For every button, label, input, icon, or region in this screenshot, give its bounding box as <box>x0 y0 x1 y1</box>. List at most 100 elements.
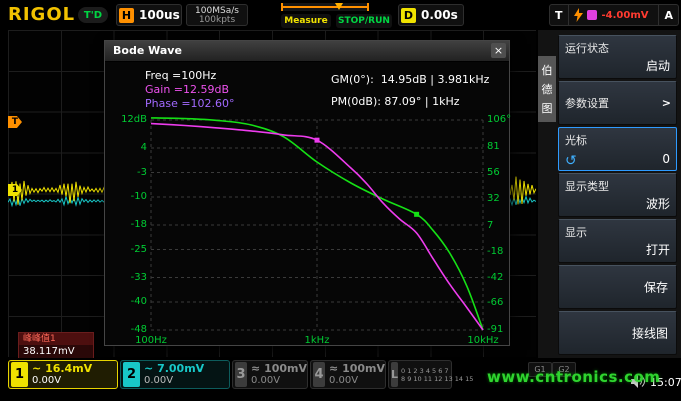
freq-axis-tick: 1kHz <box>292 335 342 346</box>
channel2-scale: 7.00mV <box>157 362 204 375</box>
menu-item-wiring-diagram[interactable]: 接线图 <box>558 311 677 355</box>
gain-axis-tick: 12dB <box>107 114 147 125</box>
menu-item-cursor[interactable]: 光标 ↺ 0 <box>558 127 677 171</box>
measurement-label: 峰峰值1 <box>19 333 93 345</box>
acquisition-info-group: 100MSa/s 100kpts <box>186 4 248 26</box>
t-label: T <box>550 5 569 25</box>
phase-axis-tick: -91 <box>487 324 503 335</box>
coupling-icon: ~ <box>32 362 41 375</box>
close-icon[interactable]: × <box>491 43 506 58</box>
d-badge: D <box>401 8 416 23</box>
timebase-value: 100us <box>139 8 180 22</box>
trigger-position-line <box>283 6 367 8</box>
logic-analyzer-box[interactable]: L 0 1 2 3 4 5 6 7 8 9 10 11 12 13 14 15 <box>388 360 452 389</box>
measurement-box: 峰峰值1 38.117mV <box>18 332 94 359</box>
channel2-offset: 0.00V <box>144 375 204 387</box>
gain-axis-tick: -48 <box>107 324 147 335</box>
menu-item-display[interactable]: 显示 打开 <box>558 219 677 263</box>
trigger-slope-icon <box>574 8 583 22</box>
trigger-source-icon <box>587 10 597 20</box>
chevron-right-icon <box>662 97 671 110</box>
menu-item-param-setup[interactable]: 参数设置 <box>558 81 677 125</box>
coupling-icon: ~ <box>144 362 153 375</box>
menu-label: 显示 <box>565 224 587 240</box>
channel2-number: 2 <box>123 362 140 387</box>
measurement-value: 38.117mV <box>19 345 93 358</box>
phase-axis-tick: -18 <box>487 246 503 257</box>
phase-axis-tick: -66 <box>487 297 503 308</box>
tab-char: 伯 <box>542 62 553 78</box>
channel1-number: 1 <box>11 362 28 387</box>
gain-axis-tick: -3 <box>107 167 147 178</box>
trigger-group[interactable]: T -4.00mV A <box>549 4 679 26</box>
gain-axis-tick: 4 <box>107 142 147 153</box>
top-bar: RIGOL T'D H 100us 100MSa/s 100kpts Measu… <box>0 0 681 30</box>
channel4-number: 4 <box>313 362 325 387</box>
bode-axis-labels: 12dB4-3-10-18-25-33-40-48106°8156327-18-… <box>105 62 509 345</box>
channel4-offset: 0.00V <box>329 375 385 387</box>
menu-item-save[interactable]: 保存 <box>558 265 677 309</box>
channel1-offset: 0.00V <box>32 375 92 387</box>
rotate-knob-icon: ↺ <box>565 154 577 168</box>
channel1-box[interactable]: 1 ~ 16.4mV 0.00V <box>8 360 118 389</box>
phase-axis-tick: 56 <box>487 167 500 178</box>
phase-axis-tick: -42 <box>487 272 503 283</box>
menu-value: 保存 <box>644 279 668 296</box>
channel3-scale: 100mV <box>264 362 307 375</box>
phase-axis-tick: 81 <box>487 141 500 152</box>
measure-button[interactable]: Measure <box>281 14 331 28</box>
h-badge: H <box>119 8 134 23</box>
dialog-content: Freq =100Hz Gain =12.59dB Phase =102.60°… <box>105 62 509 345</box>
trigger-position-bar[interactable] <box>281 3 369 11</box>
oscilloscope-screen: T 1 峰峰值1 38.117mV RIGOL T'D H 100us 100M… <box>0 0 681 401</box>
gain-axis-tick: -40 <box>107 296 147 307</box>
coupling-icon: ≈ <box>251 362 260 375</box>
gain-axis-tick: -33 <box>107 272 147 283</box>
menu-value: 打开 <box>646 241 670 258</box>
channel4-scale: 100mV <box>342 362 385 375</box>
rigol-logo: RIGOL <box>8 4 75 25</box>
menu-value: 启动 <box>646 57 670 74</box>
trigger-level-value: -4.00mV <box>602 10 649 21</box>
tab-bode[interactable]: 伯 德 图 <box>538 56 556 122</box>
channel3-box[interactable]: 3 ≈ 100mV 0.00V <box>232 360 308 389</box>
delay-group[interactable]: D 0.00s <box>398 4 464 26</box>
trigger-position-icon <box>335 3 343 10</box>
freq-axis-tick: 10kHz <box>458 335 508 346</box>
tab-char: 德 <box>542 81 553 97</box>
gain-axis-tick: -25 <box>107 244 147 255</box>
channel1-scale: 16.4mV <box>45 362 92 375</box>
channel2-box[interactable]: 2 ~ 7.00mV 0.00V <box>120 360 230 389</box>
stop-run-button[interactable]: STOP/RUN <box>336 14 392 28</box>
phase-axis-tick: 32 <box>487 193 500 204</box>
logic-analyzer-label: L <box>391 362 398 387</box>
coupling-icon: ≈ <box>329 362 338 375</box>
horizontal-timebase-group[interactable]: H 100us <box>116 4 182 26</box>
channel3-offset: 0.00V <box>251 375 307 387</box>
memory-depth: 100kpts <box>187 16 247 25</box>
trigger-status-badge: T'D <box>78 7 108 23</box>
menu-value: 0 <box>662 152 670 166</box>
sidebar-menu: 伯 德 图 运行状态 启动 参数设置 光标 ↺ 0 显示类型 波形 显示 打开 … <box>538 30 681 358</box>
trigger-mode-badge: A <box>658 5 678 25</box>
dialog-title-bar[interactable]: Bode Wave × <box>105 41 509 62</box>
dialog-title: Bode Wave <box>113 44 182 57</box>
menu-value: 波形 <box>646 195 670 212</box>
menu-value: 接线图 <box>632 325 668 342</box>
bode-wave-dialog: Bode Wave × Freq =100Hz Gain =12.59dB Ph… <box>104 40 510 346</box>
phase-axis-tick: 7 <box>487 220 493 231</box>
menu-label: 参数设置 <box>565 95 609 111</box>
menu-label: 运行状态 <box>565 40 609 56</box>
watermark: www.cntronics.com <box>487 368 660 386</box>
freq-axis-tick: 100Hz <box>126 335 176 346</box>
digital-channels-row1: 0 1 2 3 4 5 6 7 <box>401 367 473 375</box>
phase-axis-tick: 106° <box>487 114 511 125</box>
menu-item-run-state[interactable]: 运行状态 启动 <box>558 35 677 79</box>
menu-item-display-type[interactable]: 显示类型 波形 <box>558 173 677 217</box>
tab-char: 图 <box>542 100 553 116</box>
channel4-box[interactable]: 4 ≈ 100mV 0.00V <box>310 360 386 389</box>
menu-label: 光标 <box>565 132 587 148</box>
digital-channels-row2: 8 9 10 11 12 13 14 15 <box>401 375 473 383</box>
menu-label: 显示类型 <box>565 178 609 194</box>
channel3-number: 3 <box>235 362 247 387</box>
